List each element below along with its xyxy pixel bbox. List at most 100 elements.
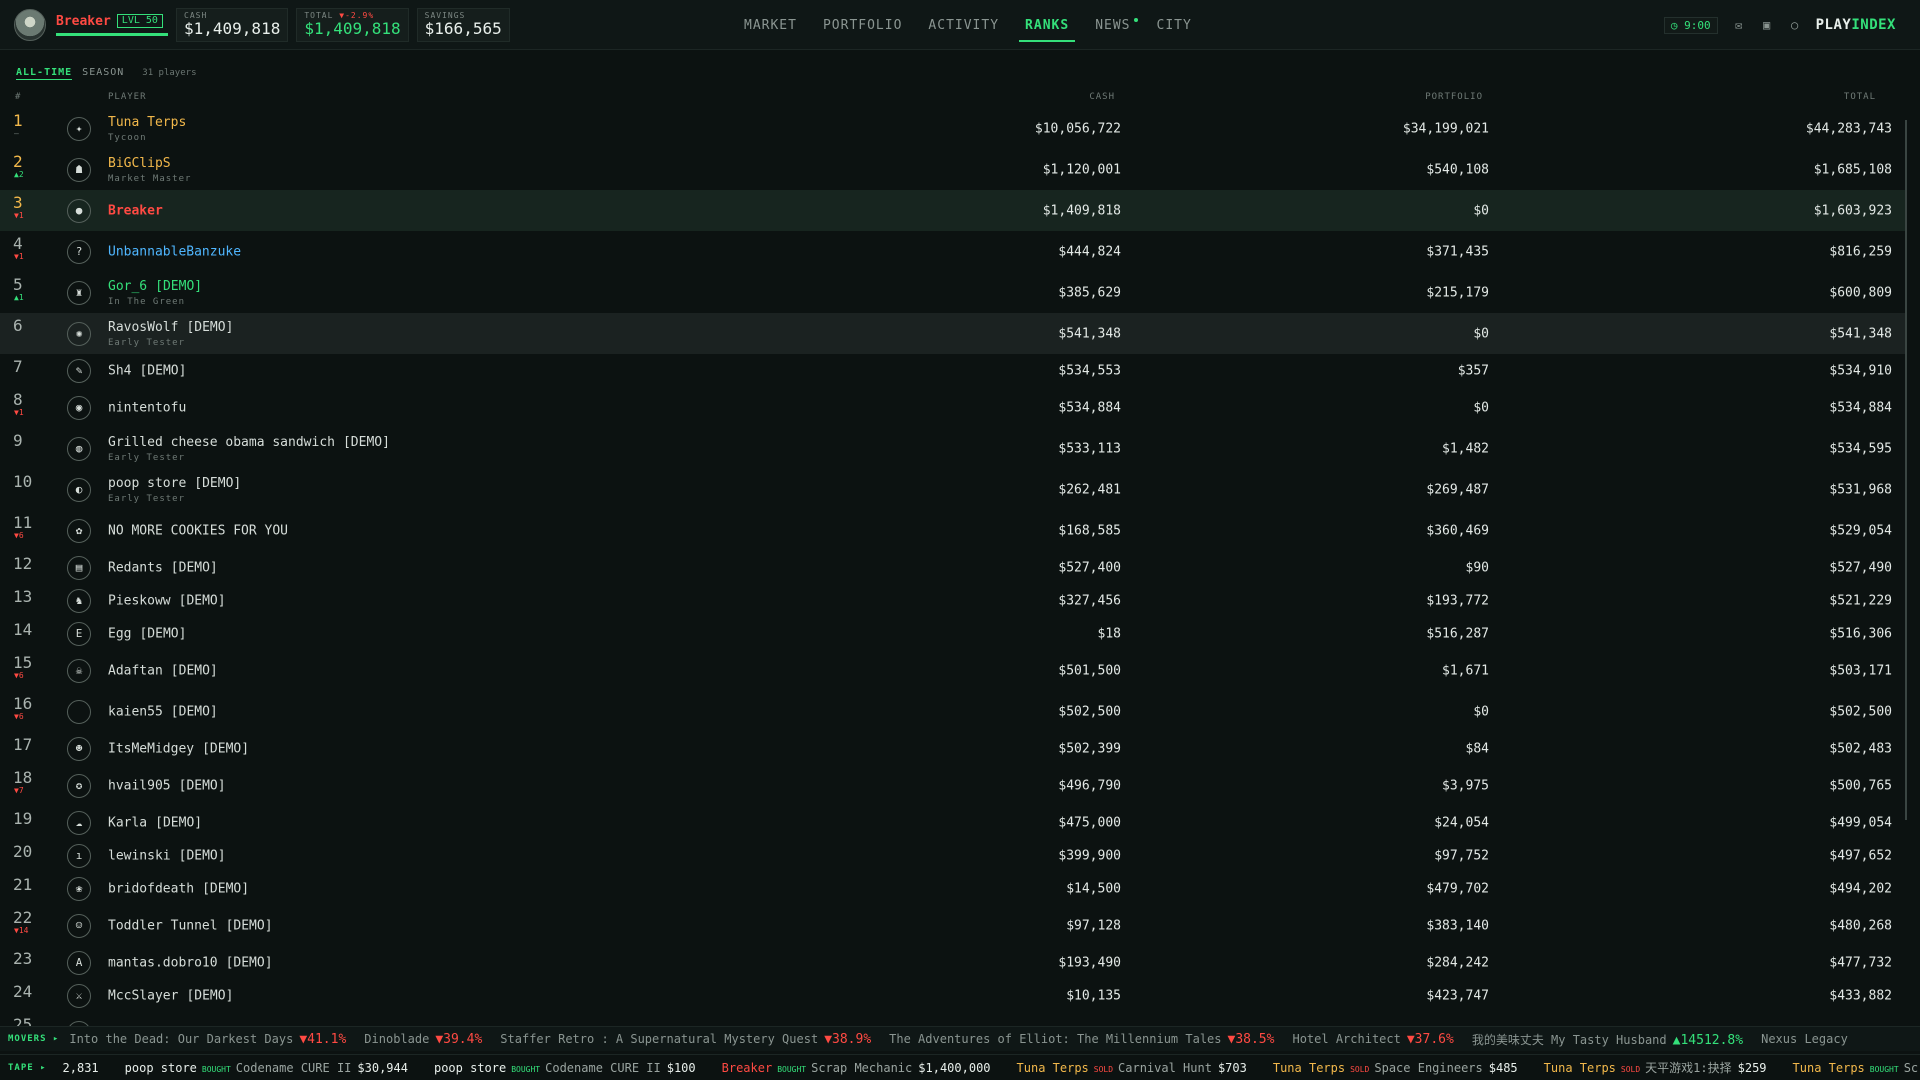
player-name[interactable]: UnbannableBanzuke	[108, 244, 241, 259]
player-name[interactable]: Breaker	[108, 203, 163, 218]
nav-city[interactable]: CITY	[1155, 0, 1194, 50]
player-name[interactable]: Adaftan [DEMO]	[108, 663, 218, 678]
tape-item[interactable]: Tuna Terps SOLD Carnival Hunt $703	[1017, 1061, 1247, 1075]
table-row[interactable]: 1— ✦ Tuna Terps Tycoon $10,056,722 $34,199,02…	[0, 108, 1906, 149]
player-avatar[interactable]: ✦	[67, 116, 91, 141]
table-row[interactable]: 23 Amantas.dobro10 [DEMO] $193,490 $284,242 $…	[0, 946, 1906, 979]
brand-logo[interactable]: PLAYINDEX	[1816, 17, 1896, 33]
tape-item[interactable]: Tuna Terps BOUGHT Scrap Mec	[1793, 1061, 1920, 1075]
nav-ranks[interactable]: RANKS	[1019, 0, 1076, 50]
player-avatar[interactable]: ◉	[67, 395, 91, 420]
player-name[interactable]: RavosWolf [DEMO]	[108, 320, 233, 335]
table-row[interactable]: 13 ♞ Pieskoww [DEMO] $327,456 $193,772 $521,22…	[0, 584, 1906, 617]
player-name[interactable]: MccSlayer [DEMO]	[108, 988, 233, 1003]
player-avatar[interactable]: ❀	[67, 876, 91, 901]
tab-all-time[interactable]: ALL-TIME	[16, 67, 73, 80]
player-name[interactable]: Egg [DEMO]	[108, 626, 186, 641]
mover-item[interactable]: The Adventures of Elliot: The Millennium…	[889, 1032, 1274, 1047]
table-row[interactable]: 9 ◍ Grilled cheese obama sandwich [DEMO] Ear…	[0, 428, 1906, 469]
player-avatar[interactable]: ☁	[67, 810, 91, 835]
player-name[interactable]: Toddler Tunnel [DEMO]	[108, 918, 273, 933]
table-row[interactable]: 3 ▼1 ● Breaker $1,409,818 $0 $1,603,923	[0, 190, 1906, 231]
player-name[interactable]: poop store [DEMO]	[108, 476, 241, 491]
player-avatar[interactable]: ☻	[67, 736, 91, 761]
mover-item[interactable]: Nexus Legacy	[1761, 1032, 1848, 1046]
tab-season[interactable]: SEASON	[82, 67, 124, 78]
player-name[interactable]: Gor_6 [DEMO]	[108, 279, 202, 294]
player-avatar[interactable]: ı	[67, 843, 91, 868]
player-name[interactable]: mantas.dobro10 [DEMO]	[108, 955, 273, 970]
mover-item[interactable]: Hotel Architect ▼37.6%	[1292, 1032, 1453, 1047]
table-row[interactable]: 6 ✺ RavosWolf [DEMO] Early Tester $541,348 $0 $…	[0, 313, 1906, 354]
col-total[interactable]: TOTAL	[1844, 92, 1876, 102]
player-name[interactable]: hvail905 [DEMO]	[108, 778, 226, 793]
table-row[interactable]: 18 ▼7 ✪ hvail905 [DEMO] $496,790 $3,975 $500,76…	[0, 765, 1906, 806]
player-name[interactable]: NO MORE COOKIES FOR YOU	[108, 523, 288, 538]
player-name[interactable]: Pieskoww [DEMO]	[108, 593, 226, 608]
table-row[interactable]: 11 ▼6 ✿ NO MORE COOKIES FOR YOU $168,585 $360…	[0, 510, 1906, 551]
player-avatar[interactable]: ☺	[67, 913, 91, 938]
table-row[interactable]: 7 ✎ Sh4 [DEMO] $534,553 $357 $534,910	[0, 354, 1906, 387]
player-name[interactable]: bridofdeath [DEMO]	[108, 881, 249, 896]
player-name[interactable]: kaien55 [DEMO]	[108, 704, 218, 719]
player-name[interactable]: BiGClipS	[108, 156, 191, 171]
player-avatar[interactable]: ☠	[67, 658, 91, 683]
mover-item[interactable]: Dinoblade ▼39.4%	[364, 1032, 482, 1047]
table-row[interactable]: 4 ▼1? UnbannableBanzuke $444,824 $371,435 $81…	[0, 231, 1906, 272]
player-avatar[interactable]	[67, 699, 91, 724]
player-avatar[interactable]: ✺	[67, 321, 91, 346]
player-avatar[interactable]: E	[67, 621, 91, 646]
player-avatar[interactable]: A	[67, 950, 91, 975]
player-avatar[interactable]: ?	[67, 239, 91, 264]
tape-item[interactable]: Tuna Terps SOLD Space Engineers $485	[1273, 1061, 1518, 1075]
tape-item[interactable]: Breaker BOUGHT Scrap Mechanic $1,400,000	[722, 1061, 991, 1075]
player-avatar[interactable]: ✪	[67, 773, 91, 798]
nav-market[interactable]: MARKET	[742, 0, 799, 50]
tape-item[interactable]: poop store BOUGHT Codename CURE II $30,944	[125, 1061, 408, 1075]
table-row[interactable]: 17 ☻ ItsMeMidgey [DEMO] $502,399 $84 $502,483	[0, 732, 1906, 765]
player-avatar[interactable]: ◍	[67, 436, 91, 461]
table-row[interactable]: 2 ▲2 ☗ BiGClipS Market Master $1,120,001 $540,…	[0, 149, 1906, 190]
player-avatar[interactable]: ⚔	[67, 983, 91, 1008]
player-name[interactable]: Tuna Terps	[108, 115, 186, 130]
table-row[interactable]: 5 ▲1 ♜ Gor_6 [DEMO] In The Green $385,629 $215,…	[0, 272, 1906, 313]
username[interactable]: Breaker	[56, 14, 111, 29]
player-avatar[interactable]: ☗	[67, 157, 91, 182]
player-name[interactable]: nintentofu	[108, 400, 186, 415]
player-avatar[interactable]: ▤	[67, 555, 91, 580]
col-portfolio[interactable]: PORTFOLIO	[1425, 92, 1483, 102]
player-avatar[interactable]: ●	[67, 198, 91, 223]
col-cash[interactable]: CASH	[1089, 92, 1115, 102]
player-name[interactable]: ItsMeMidgey [DEMO]	[108, 741, 249, 756]
tape-item[interactable]: poop store BOUGHT Codename CURE II $100	[434, 1061, 696, 1075]
table-row[interactable]: 24 ⚔ MccSlayer [DEMO] $10,135 $423,747 $433,88…	[0, 979, 1906, 1012]
mover-item[interactable]: Into the Dead: Our Darkest Days ▼41.1%	[69, 1032, 346, 1047]
player-avatar[interactable]: ✎	[67, 358, 91, 383]
table-row[interactable]: 15 ▼6 ☠ Adaftan [DEMO] $501,500 $1,671 $503,171	[0, 650, 1906, 691]
player-name[interactable]: Sh4 [DEMO]	[108, 363, 186, 378]
mover-item[interactable]: 我的美味丈夫 My Tasty Husband ▲14512.8%	[1472, 1031, 1743, 1048]
player-avatar[interactable]: ◐	[67, 477, 91, 502]
table-row[interactable]: 19 ☁ Karla [DEMO] $475,000 $24,054 $499,054	[0, 806, 1906, 839]
player-name[interactable]: Redants [DEMO]	[108, 560, 218, 575]
tape-item[interactable]: Tuna Terps SOLD 天平游戏1:抉择 $259	[1544, 1059, 1767, 1076]
nav-activity[interactable]: ACTIVITY	[926, 0, 1001, 50]
table-row[interactable]: 20 ı lewinski [DEMO] $399,900 $97,752 $497,652	[0, 839, 1906, 872]
player-avatar[interactable]: ♞	[67, 588, 91, 613]
player-name[interactable]: Grilled cheese obama sandwich [DEMO]	[108, 435, 390, 450]
settings-icon[interactable]: ○	[1788, 18, 1802, 32]
user-avatar[interactable]	[14, 8, 46, 41]
player-avatar[interactable]: ♜	[67, 280, 91, 305]
square-icon[interactable]: ▣	[1760, 18, 1774, 32]
table-row[interactable]: 21 ❀ bridofdeath [DEMO] $14,500 $479,702 $494,…	[0, 872, 1906, 905]
table-row[interactable]: 12 ▤ Redants [DEMO] $527,400 $90 $527,490	[0, 551, 1906, 584]
player-avatar[interactable]: ✿	[67, 518, 91, 543]
player-name[interactable]: Karla [DEMO]	[108, 815, 202, 830]
scrollbar[interactable]	[1905, 120, 1907, 820]
mail-icon[interactable]: ✉	[1732, 18, 1746, 32]
mover-item[interactable]: Staffer Retro : A Supernatural Mystery Q…	[500, 1032, 871, 1047]
player-name[interactable]: lewinski [DEMO]	[108, 848, 226, 863]
table-row[interactable]: 16 ▼6 kaien55 [DEMO] $502,500 $0 $502,500	[0, 691, 1906, 732]
nav-portfolio[interactable]: PORTFOLIO	[821, 0, 904, 50]
nav-news[interactable]: NEWS	[1093, 0, 1138, 50]
